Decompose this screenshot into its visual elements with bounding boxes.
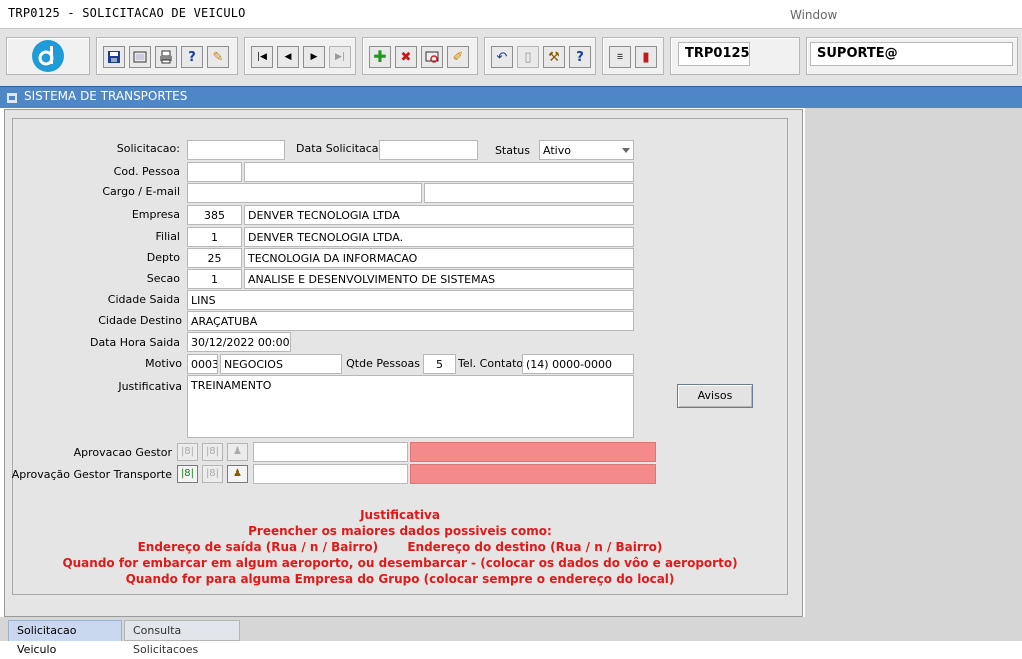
copy-icon[interactable]: ▯ [517, 46, 539, 68]
cod-pessoa-field[interactable] [187, 162, 242, 182]
menu-window[interactable]: Window [790, 8, 837, 22]
depto-code-field[interactable]: 25 [187, 248, 242, 268]
person-icon: ♟ [227, 443, 248, 461]
delete-record-icon[interactable]: ✖ [395, 46, 417, 68]
user-display: SUPORTE@ [810, 42, 1013, 66]
save-icon[interactable] [103, 46, 125, 68]
next-record-icon[interactable]: ▶ [303, 46, 325, 68]
label-qtde-pessoas: Qtde Pessoas [346, 357, 420, 370]
solicitacao-field[interactable] [187, 140, 285, 160]
previous-record-icon[interactable]: ◀ [277, 46, 299, 68]
toolbar-group-record: ✚ ✖ ✐ [362, 37, 478, 75]
undo-icon[interactable]: ↶ [491, 46, 513, 68]
toolbar-group-exit: ☰ ▮ [602, 37, 664, 75]
notes-line: Endereço de saída (Rua / n / Bairro) End… [137, 540, 663, 554]
query-icon[interactable] [421, 46, 443, 68]
reject-icon[interactable]: |8| [202, 465, 223, 483]
filial-name-field[interactable]: DENVER TECNOLOGIA LTDA. [244, 227, 634, 247]
instructions-notes: Justificativa Preencher os maiores dados… [12, 507, 788, 587]
aprovacao-gestor-status-field [410, 442, 656, 462]
first-record-icon[interactable]: |◀ [251, 46, 273, 68]
label-cidade-saida: Cidade Saida [107, 293, 180, 306]
clear-icon[interactable]: ✐ [447, 46, 469, 68]
notes-line: Quando for embarcar em algum aeroporto, … [62, 556, 738, 570]
label-data-hora-saida: Data Hora Saida [89, 336, 180, 349]
notes-line: Preencher os maiores dados possiveis com… [248, 524, 552, 538]
notes-line: Quando for para alguma Empresa do Grupo … [125, 572, 675, 586]
exit-icon[interactable]: ▮ [635, 46, 657, 68]
depto-name-field[interactable]: TECNOLOGIA DA INFORMACAO [244, 248, 634, 268]
email-field[interactable] [424, 183, 634, 203]
app-logo-icon [32, 40, 64, 72]
insert-record-icon[interactable]: ✚ [369, 46, 391, 68]
tel-contato-field[interactable]: (14) 0000-0000 [522, 354, 634, 374]
label-aprovacao-gestor: Aprovacao Gestor [73, 446, 172, 459]
cidade-saida-field[interactable]: LINS [187, 290, 634, 310]
last-record-icon[interactable]: ▶| [329, 46, 351, 68]
toolbar: ? ✎ |◀ ◀ ▶ ▶| ✚ ✖ ✐ ↶ ▯ ⚒ ? ☰ ▮ TRP0125 … [0, 28, 1022, 86]
label-cod-pessoa: Cod. Pessoa [113, 165, 180, 178]
justificativa-textarea[interactable]: TREINAMENTO [187, 375, 634, 438]
toolbar-group-file: ? ✎ [96, 37, 238, 75]
label-empresa: Empresa [131, 208, 180, 221]
background-area [805, 108, 1022, 641]
window-icon [7, 93, 17, 103]
label-filial: Filial [155, 230, 181, 243]
label-secao: Secao [146, 272, 180, 285]
tab-solicitacao-veiculo[interactable]: Solicitacao Veiculo [8, 620, 122, 656]
aprovacao-gestor-name-field[interactable] [253, 442, 408, 462]
filial-code-field[interactable]: 1 [187, 227, 242, 247]
qtde-pessoas-field[interactable]: 5 [423, 354, 456, 374]
aprovacao-transporte-name-field[interactable] [253, 464, 408, 484]
motivo-code-field[interactable]: 0003 [187, 354, 218, 374]
label-depto: Depto [146, 251, 180, 264]
label-justificativa: Justificativa [118, 380, 182, 393]
label-status: Status [494, 144, 530, 157]
secao-name-field[interactable]: ANALISE E DESENVOLVIMENTO DE SISTEMAS [244, 269, 634, 289]
edit-query-icon[interactable]: ✎ [207, 46, 229, 68]
print-icon[interactable] [155, 46, 177, 68]
reject-icon: |8| [202, 443, 223, 461]
help-icon[interactable]: ? [569, 46, 591, 68]
label-aprovacao-transporte: Aprovação Gestor Transporte [11, 468, 172, 481]
empresa-name-field[interactable]: DENVER TECNOLOGIA LTDA [244, 205, 634, 225]
window-title: TRP0125 - SOLICITACAO DE VEICULO [8, 6, 246, 20]
empresa-code-field[interactable]: 385 [187, 205, 242, 225]
cargo-field[interactable] [187, 183, 422, 203]
approve-icon: |8| [177, 443, 198, 461]
toolbar-group-nav: |◀ ◀ ▶ ▶| [244, 37, 356, 75]
cidade-destino-field[interactable]: ARAÇATUBA [187, 311, 634, 331]
form-code-display: TRP0125 [678, 42, 750, 66]
menu-icon[interactable]: ☰ [609, 46, 631, 68]
label-cidade-destino: Cidade Destino [98, 314, 182, 327]
aprovacao-transporte-status-field [410, 464, 656, 484]
person-icon[interactable]: ♟ [227, 465, 248, 483]
label-solicitacao: Solicitacao: [116, 142, 180, 155]
avisos-button[interactable]: Avisos [677, 384, 753, 408]
toolbar-group-edit: ↶ ▯ ⚒ ? [484, 37, 596, 75]
chevron-down-icon[interactable] [622, 148, 630, 153]
label-cargo-email: Cargo / E-mail [102, 185, 180, 198]
pessoa-name-field[interactable] [244, 162, 634, 182]
label-data-solicitacao: Data Solicitacao [296, 142, 386, 155]
secao-code-field[interactable]: 1 [187, 269, 242, 289]
data-hora-saida-field[interactable]: 30/12/2022 00:00 [187, 332, 291, 352]
tab-consulta-solicitacoes[interactable]: Consulta Solicitacoes [124, 620, 240, 656]
status-value: Ativo [543, 144, 571, 157]
help-query-icon[interactable]: ? [181, 46, 203, 68]
tools-icon[interactable]: ⚒ [543, 46, 565, 68]
label-tel-contato: Tel. Contato [458, 357, 524, 370]
label-motivo: Motivo [145, 357, 182, 370]
notes-title: Justificativa [360, 508, 440, 522]
motivo-name-field[interactable]: NEGOCIOS [220, 354, 342, 374]
approve-icon[interactable]: |8| [177, 465, 198, 483]
print-preview-icon[interactable] [129, 46, 151, 68]
data-solicitacao-field[interactable] [379, 140, 478, 160]
system-title: SISTEMA DE TRANSPORTES [24, 89, 188, 103]
status-select[interactable]: Ativo [539, 140, 634, 160]
logo-group [6, 37, 90, 75]
